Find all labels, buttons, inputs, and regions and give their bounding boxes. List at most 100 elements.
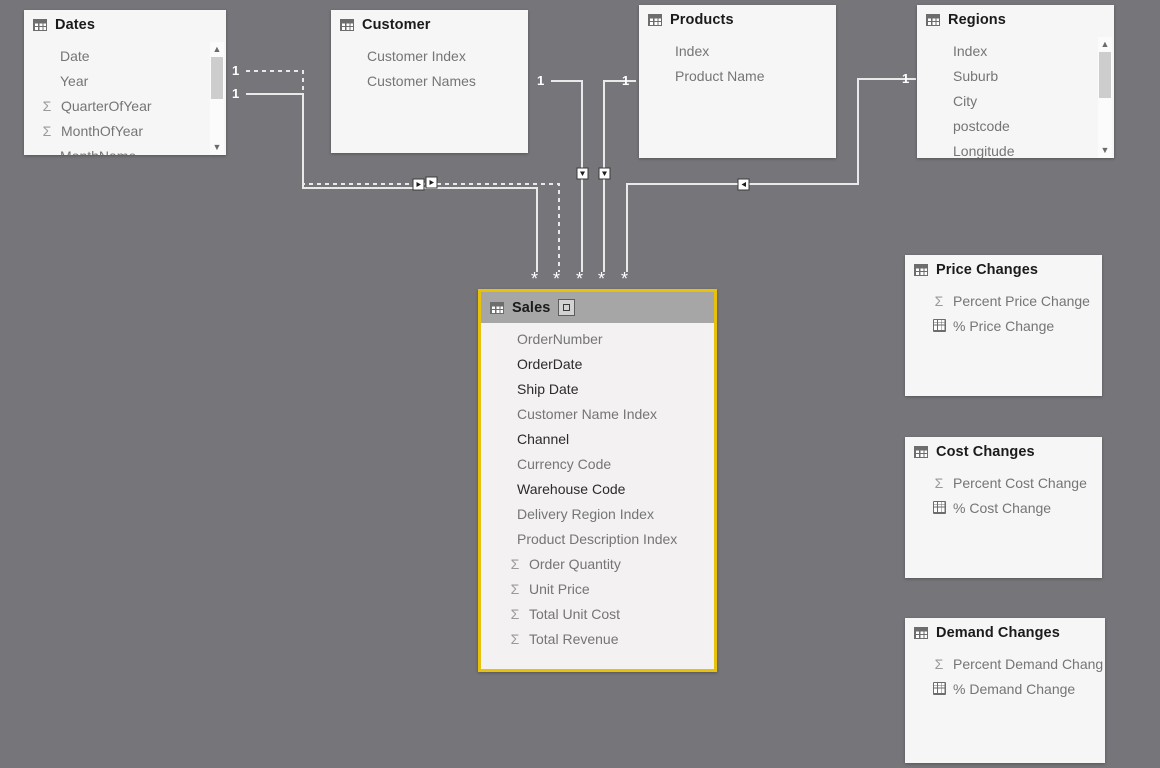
table-title: Customer (362, 17, 431, 33)
sigma-icon: Σ (934, 292, 944, 309)
measure-icon (933, 501, 946, 514)
field-row[interactable]: Delivery Region Index (481, 501, 714, 526)
table-card-products[interactable]: Products Index Product Name (639, 5, 836, 158)
table-card-dates[interactable]: Dates Date Year Σ QuarterOfYear Σ MonthOfY… (24, 10, 226, 155)
field-row[interactable]: Product Name (639, 63, 836, 88)
sigma-icon: Σ (42, 122, 52, 139)
table-fields-customer: Customer Index Customer Names (331, 40, 528, 93)
table-icon (914, 264, 928, 276)
field-row[interactable]: OrderNumber (481, 326, 714, 351)
scrollbar-track[interactable] (210, 57, 224, 140)
scrollbar-dates[interactable]: ▲ ▼ (210, 42, 224, 155)
field-row[interactable]: Suburb (917, 63, 1114, 88)
table-card-sales[interactable]: Sales OrderNumber OrderDate Ship Date Cu… (478, 289, 717, 672)
field-row[interactable]: Σ MonthOfYear (24, 118, 226, 143)
field-row[interactable]: Currency Code (481, 451, 714, 476)
table-card-demand-changes[interactable]: Demand Changes Σ Percent Demand Chang % D… (905, 618, 1105, 763)
field-row[interactable]: Σ Unit Price (481, 576, 714, 601)
sigma-icon: Σ (934, 655, 944, 672)
field-label: Product Description Index (517, 530, 678, 547)
field-row[interactable]: Index (639, 38, 836, 63)
relationship-products-sales (603, 80, 636, 272)
field-row[interactable]: % Cost Change (905, 495, 1102, 520)
cardinality-sales-many-3: * (576, 269, 584, 289)
table-title: Dates (55, 17, 95, 33)
field-row[interactable]: Σ QuarterOfYear (24, 93, 226, 118)
field-row[interactable]: Customer Index (331, 43, 528, 68)
chevron-down-icon[interactable]: ▼ (1101, 143, 1110, 158)
field-row[interactable]: Date (24, 43, 226, 68)
table-header-products[interactable]: Products (639, 5, 836, 35)
table-title: Regions (948, 12, 1006, 28)
field-row[interactable]: Σ Percent Price Change (905, 288, 1102, 313)
field-row[interactable]: Channel (481, 426, 714, 451)
chevron-up-icon[interactable]: ▲ (213, 42, 222, 57)
field-row[interactable]: Year (24, 68, 226, 93)
table-fields-sales: OrderNumber OrderDate Ship Date Customer… (481, 323, 714, 651)
model-view-canvas[interactable]: .rl { fill:none; stroke:#e9e9e9; stroke-… (0, 0, 1160, 768)
field-row[interactable]: Product Description Index (481, 526, 714, 551)
table-header-regions[interactable]: Regions (917, 5, 1114, 35)
field-label: postcode (953, 117, 1010, 134)
table-card-cost-changes[interactable]: Cost Changes Σ Percent Cost Change % Cost… (905, 437, 1102, 578)
scrollbar-thumb[interactable] (1099, 52, 1111, 98)
field-row[interactable]: Σ Percent Cost Change (905, 470, 1102, 495)
field-row[interactable]: Customer Name Index (481, 401, 714, 426)
field-row[interactable]: Longitude (917, 138, 1114, 158)
field-label: Customer Names (367, 72, 476, 89)
relationship-customer-sales (551, 80, 583, 272)
sigma-icon: Σ (510, 555, 520, 572)
field-row[interactable]: Customer Names (331, 68, 528, 93)
field-row[interactable]: MonthName (24, 143, 226, 156)
field-row[interactable]: Σ Order Quantity (481, 551, 714, 576)
field-row[interactable]: Σ Percent Demand Chang (905, 651, 1105, 676)
field-label: Customer Index (367, 47, 466, 64)
field-label: Product Name (675, 67, 765, 84)
field-label: % Demand Change (953, 680, 1076, 697)
field-label: Ship Date (517, 380, 579, 397)
table-fields-price-changes: Σ Percent Price Change % Price Change (905, 285, 1102, 338)
field-row[interactable]: Index (917, 38, 1114, 63)
sigma-icon: Σ (510, 630, 520, 647)
field-row[interactable]: OrderDate (481, 351, 714, 376)
scrollbar-regions[interactable]: ▲ ▼ (1098, 37, 1112, 158)
table-card-customer[interactable]: Customer Customer Index Customer Names (331, 10, 528, 153)
table-header-cost-changes[interactable]: Cost Changes (905, 437, 1102, 467)
table-header-price-changes[interactable]: Price Changes (905, 255, 1102, 285)
table-fields-products: Index Product Name (639, 35, 836, 88)
field-label: Total Unit Cost (529, 605, 621, 622)
expand-table-button[interactable] (558, 299, 576, 316)
cardinality-sales-many-4: * (598, 269, 606, 289)
table-header-dates[interactable]: Dates (24, 10, 226, 40)
field-row[interactable]: % Price Change (905, 313, 1102, 338)
field-row[interactable]: Ship Date (481, 376, 714, 401)
field-label: MonthName (60, 149, 136, 156)
chevron-down-icon[interactable]: ▼ (213, 140, 222, 155)
cardinality-regions-one: 1 (902, 71, 910, 86)
field-row[interactable]: Warehouse Code (481, 476, 714, 501)
table-title: Demand Changes (936, 625, 1060, 641)
field-label: City (953, 92, 978, 109)
field-row[interactable]: postcode (917, 113, 1114, 138)
table-title: Sales (512, 299, 551, 316)
field-row[interactable]: Σ Total Unit Cost (481, 601, 714, 626)
chevron-up-icon[interactable]: ▲ (1101, 37, 1110, 52)
scrollbar-track[interactable] (1098, 52, 1112, 143)
field-row[interactable]: % Demand Change (905, 676, 1105, 701)
table-card-price-changes[interactable]: Price Changes Σ Percent Price Change % Pr… (905, 255, 1102, 396)
table-header-customer[interactable]: Customer (331, 10, 528, 40)
table-icon (33, 19, 47, 31)
field-row[interactable]: Σ Total Revenue (481, 626, 714, 651)
field-label: Date (60, 47, 90, 64)
table-card-regions[interactable]: Regions Index Suburb City postcode Longi… (917, 5, 1114, 158)
table-icon (490, 301, 504, 314)
field-label: Percent Cost Change (953, 474, 1087, 491)
cardinality-sales-many-5: * (621, 269, 629, 289)
field-label: Longitude (953, 142, 1015, 158)
field-label: % Cost Change (953, 499, 1052, 516)
table-header-sales[interactable]: Sales (481, 292, 714, 323)
table-header-demand-changes[interactable]: Demand Changes (905, 618, 1105, 648)
scrollbar-thumb[interactable] (211, 57, 223, 99)
field-row[interactable]: City (917, 88, 1114, 113)
table-fields-regions: Index Suburb City postcode Longitude (917, 35, 1114, 158)
